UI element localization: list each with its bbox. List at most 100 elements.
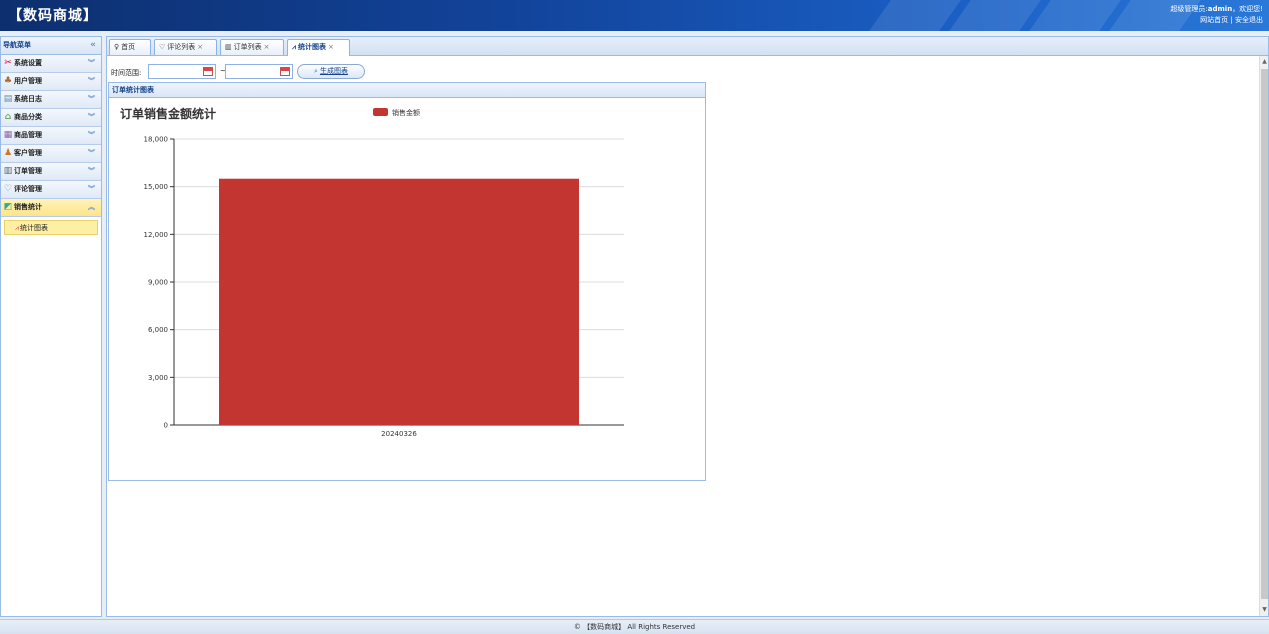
x-tick-label: 20240326 bbox=[381, 430, 417, 438]
y-tick-label: 15,000 bbox=[144, 183, 169, 191]
users-icon: ♣ bbox=[3, 76, 13, 86]
sidebar-item-8[interactable]: ♡ 评论管理 ︾ bbox=[1, 181, 101, 199]
tab-1[interactable]: ♀ 首页 bbox=[109, 39, 151, 55]
y-tick-label: 12,000 bbox=[144, 231, 169, 239]
sidebar: 导航菜单 « ✂ 系统设置 ︾ ♣ 用户管理 ︾ ▤ 系统日志 ︾ ⌂ 商品分类 ︾ ▦ 商品管理 ︾ ♟ 客户… bbox=[0, 36, 102, 617]
sidebar-item-6[interactable]: ♟ 客户管理 ︾ bbox=[1, 145, 101, 163]
chevron-down-icon[interactable]: ︾ bbox=[88, 145, 95, 162]
tools-icon: ✂ bbox=[4, 58, 12, 68]
tab-2[interactable]: ♡ 评论列表 × bbox=[154, 39, 217, 55]
tab-label: 评论列表 bbox=[167, 43, 196, 51]
link-separator: | bbox=[1230, 16, 1233, 24]
legend-label: 销售金额 bbox=[392, 108, 420, 117]
sidebar-item-2[interactable]: ♣ 用户管理 ︾ bbox=[1, 73, 101, 91]
calendar-icon[interactable] bbox=[203, 67, 213, 76]
sidebar-item-label: 订单管理 bbox=[14, 167, 42, 175]
sidebar-item-label: 商品分类 bbox=[14, 113, 42, 121]
sidebar-item-4[interactable]: ⌂ 商品分类 ︾ bbox=[1, 109, 101, 127]
app-header: 【数码商城】 超级管理员:admin，欢迎您! 网站首页 | 安全退出 bbox=[0, 0, 1269, 31]
end-date-input[interactable] bbox=[225, 64, 293, 79]
sales-bar-chart: 订单销售金额统计 销售金额 0 3,000 6,000 9,000 12,000 15,000… bbox=[120, 106, 624, 438]
close-tab-icon[interactable]: × bbox=[264, 43, 270, 51]
logout-link[interactable]: 安全退出 bbox=[1235, 16, 1263, 24]
sidebar-item-7[interactable]: ▥ 订单管理 ︾ bbox=[1, 163, 101, 181]
chart-title: 订单销售金额统计 bbox=[120, 106, 216, 121]
comment-icon: ♡ bbox=[3, 184, 13, 194]
user-role: 超级管理员: bbox=[1170, 5, 1208, 13]
sidebar-item-label: 商品管理 bbox=[14, 131, 42, 139]
bar[interactable] bbox=[219, 178, 579, 425]
tab-label: 首页 bbox=[121, 43, 136, 51]
vertical-scrollbar[interactable]: ▲ ▼ bbox=[1259, 56, 1268, 616]
order-icon: ▥ bbox=[3, 166, 13, 176]
sidebar-item-3[interactable]: ▤ 系统日志 ︾ bbox=[1, 91, 101, 109]
sidebar-item-label: 系统日志 bbox=[14, 95, 42, 103]
order-icon: ▥ bbox=[225, 43, 232, 51]
legend-swatch[interactable] bbox=[373, 108, 388, 116]
time-range-label: 时间范围: bbox=[111, 69, 142, 77]
chevron-down-icon[interactable]: ︾ bbox=[88, 55, 95, 72]
close-tab-icon[interactable]: × bbox=[197, 43, 203, 51]
scroll-up-icon[interactable]: ▲ bbox=[1261, 58, 1268, 66]
close-tab-icon[interactable]: × bbox=[328, 43, 334, 51]
sidebar-item-label: 用户管理 bbox=[14, 77, 42, 85]
sidebar-item-1[interactable]: ✂ 系统设置 ︾ bbox=[1, 55, 101, 73]
sidebar-item-label: 销售统计 bbox=[14, 203, 42, 211]
sidebar-item-9[interactable]: ◩ 销售统计 ︽ bbox=[1, 199, 101, 217]
header-decoration bbox=[949, 0, 1041, 31]
main-panel: ♀ 首页 ♡ 评论列表 × ▥ 订单列表 × ⩘ 统计图表 × 时间范围: ~ ⌕ 生成图表 订单统计… bbox=[106, 36, 1269, 617]
footer: © 【数码商城】 All Rights Reserved bbox=[0, 619, 1269, 634]
goods-icon: ▦ bbox=[3, 130, 13, 140]
chevron-down-icon[interactable]: ︾ bbox=[88, 91, 95, 108]
line-chart-icon: ⩘ bbox=[15, 224, 19, 232]
chart-panel: 订单统计图表 订单销售金额统计 销售金额 0 3,000 6,000 9,000 12,00… bbox=[108, 82, 706, 481]
line-chart-icon: ⩘ bbox=[292, 43, 296, 51]
header-decoration bbox=[869, 0, 961, 31]
header-decoration bbox=[1029, 0, 1121, 31]
sidebar-subitem-label: 统计图表 bbox=[19, 224, 48, 232]
app-title: 【数码商城】 bbox=[8, 8, 98, 24]
bulb-icon: ♀ bbox=[114, 43, 120, 51]
customer-icon: ♟ bbox=[3, 148, 13, 158]
sidebar-item-label: 系统设置 bbox=[14, 59, 42, 67]
chart-icon: ◩ bbox=[3, 202, 13, 212]
user-name: admin bbox=[1207, 5, 1233, 13]
sidebar-item-label: 客户管理 bbox=[14, 149, 42, 157]
generate-chart-label: 生成图表 bbox=[319, 67, 348, 75]
user-greeting: ，欢迎您! bbox=[1232, 5, 1263, 13]
sidebar-item-5[interactable]: ▦ 商品管理 ︾ bbox=[1, 127, 101, 145]
chevron-down-icon[interactable]: ︾ bbox=[88, 127, 95, 144]
chevron-up-icon[interactable]: ︽ bbox=[88, 199, 95, 216]
log-icon: ▤ bbox=[3, 94, 13, 104]
chevron-down-icon[interactable]: ︾ bbox=[88, 73, 95, 90]
y-tick-label: 18,000 bbox=[144, 136, 169, 144]
scroll-down-icon[interactable]: ▼ bbox=[1261, 606, 1268, 614]
tab-3[interactable]: ▥ 订单列表 × bbox=[220, 39, 284, 55]
sidebar-item-label: 评论管理 bbox=[14, 185, 42, 193]
chart-panel-title: 订单统计图表 bbox=[109, 83, 705, 98]
comment-icon: ♡ bbox=[159, 43, 166, 51]
sidebar-title: 导航菜单 bbox=[3, 41, 31, 49]
start-date-input[interactable] bbox=[148, 64, 216, 79]
tab-bar: ♀ 首页 ♡ 评论列表 × ▥ 订单列表 × ⩘ 统计图表 × bbox=[107, 37, 1268, 56]
calendar-icon[interactable] bbox=[280, 67, 290, 76]
chevron-down-icon[interactable]: ︾ bbox=[88, 109, 95, 126]
y-tick-label: 9,000 bbox=[148, 279, 168, 287]
y-tick-label: 3,000 bbox=[148, 374, 168, 382]
sidebar-header: 导航菜单 « bbox=[1, 37, 101, 55]
chevron-down-icon[interactable]: ︾ bbox=[88, 181, 95, 198]
user-info: 超级管理员:admin，欢迎您! 网站首页 | 安全退出 bbox=[1170, 4, 1263, 26]
y-tick-label: 0 bbox=[164, 422, 168, 430]
chevron-down-icon[interactable]: ︾ bbox=[88, 163, 95, 180]
tab-label: 订单列表 bbox=[233, 43, 262, 51]
generate-chart-button[interactable]: ⌕ 生成图表 bbox=[297, 64, 365, 79]
tab-label: 统计图表 bbox=[297, 43, 326, 51]
collapse-sidebar-icon[interactable]: « bbox=[90, 37, 96, 54]
scroll-thumb[interactable] bbox=[1261, 69, 1268, 599]
magnifier-icon: ⌕ bbox=[314, 67, 318, 75]
y-tick-label: 6,000 bbox=[148, 326, 168, 334]
tab-4[interactable]: ⩘ 统计图表 × bbox=[287, 39, 350, 56]
sidebar-menu: ✂ 系统设置 ︾ ♣ 用户管理 ︾ ▤ 系统日志 ︾ ⌂ 商品分类 ︾ ▦ 商品管理 ︾ ♟ 客户管理 ︾ ▥ 订单管… bbox=[1, 55, 101, 217]
site-home-link[interactable]: 网站首页 bbox=[1200, 16, 1228, 24]
sidebar-subitem-chart[interactable]: ⩘统计图表 bbox=[4, 220, 98, 235]
